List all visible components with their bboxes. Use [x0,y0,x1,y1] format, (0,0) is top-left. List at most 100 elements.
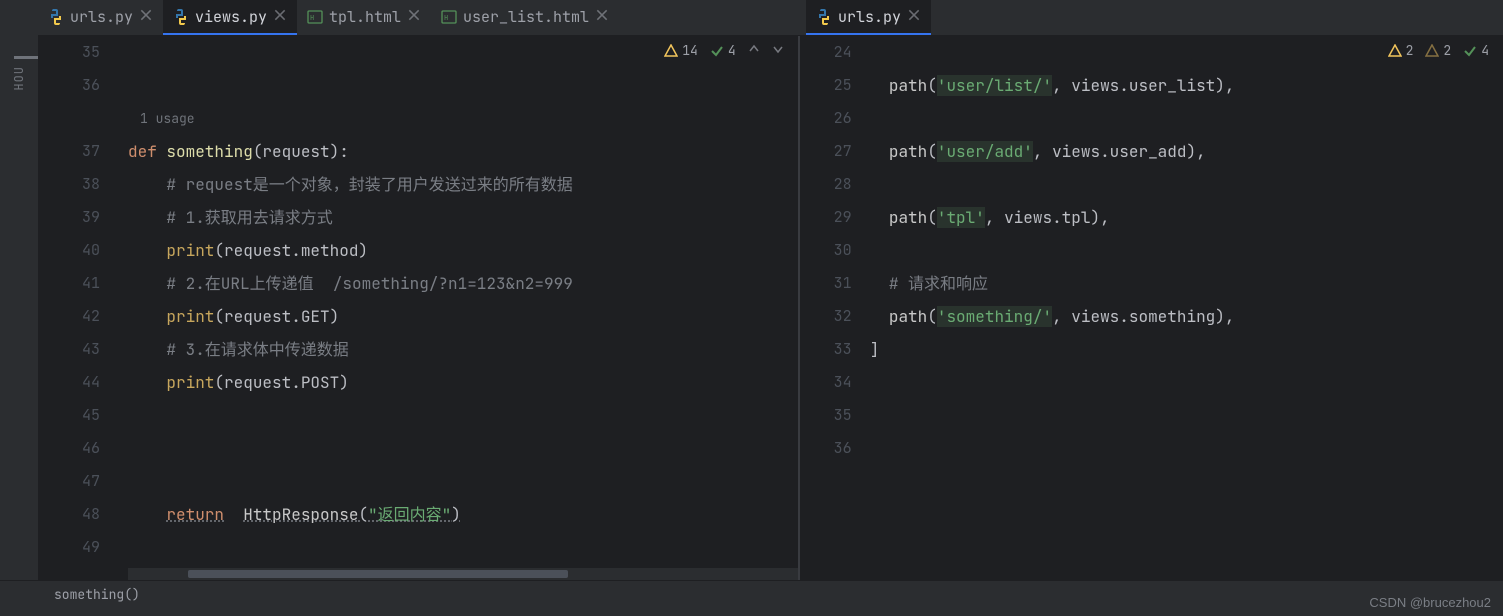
ok-count: 4 [1481,42,1489,59]
line-number[interactable]: 28 [800,168,852,201]
line-number[interactable]: 27 [800,135,852,168]
ok-check-icon [710,44,724,58]
csdn-watermark: CSDN @brucezhou2 [1369,595,1491,610]
code-line[interactable] [870,234,1503,267]
line-number[interactable]: 25 [800,69,852,102]
editor-tab[interactable]: Huser_list.html [431,0,619,35]
code-line[interactable]: print(request.POST) [128,366,798,399]
code-line[interactable]: # 1.获取用去请求方式 [128,201,798,234]
inspection-widget-right[interactable]: 2 2 4 [1388,42,1489,59]
code-line[interactable]: # request是一个对象，封装了用户发送过来的所有数据 [128,168,798,201]
tab-label: user_list.html [463,7,589,27]
close-tab-icon[interactable] [407,7,421,27]
line-number[interactable]: 35 [800,399,852,432]
code-editor-left[interactable]: 1 usagedef something(request): # request… [128,36,798,580]
line-number[interactable]: 48 [38,498,100,531]
line-gutter-right[interactable]: 24252627282930313233343536 [800,36,870,580]
breadcrumb-bar[interactable]: something() [0,580,1503,608]
close-tab-icon[interactable] [907,7,921,27]
warning-count: 2 [1406,42,1414,59]
line-number[interactable]: 30 [800,234,852,267]
line-number[interactable]: 24 [800,36,852,69]
tab-label: views.py [195,7,267,27]
inspection-widget-left[interactable]: 14 4 [664,42,783,59]
line-number[interactable]: 42 [38,300,100,333]
editor-tab[interactable]: views.py [163,0,297,35]
line-number[interactable]: 32 [800,300,852,333]
svg-text:H: H [310,14,314,23]
usage-hint[interactable]: 1 usage [128,102,798,135]
side-label: HOU [11,66,27,91]
editor-pane-left: 14 4 3536 37383940414243444546474849 1 us… [38,36,798,580]
line-number[interactable]: 39 [38,201,100,234]
tab-label: urls.py [838,7,901,27]
code-line[interactable] [870,399,1503,432]
warning-icon [1388,44,1402,58]
line-number[interactable]: 45 [38,399,100,432]
code-line[interactable]: path('user/add', views.user_add), [870,135,1503,168]
warning-count: 14 [682,42,698,59]
line-number[interactable]: 36 [38,69,100,102]
code-line[interactable]: path('something/', views.something), [870,300,1503,333]
weak-warning-count: 2 [1443,42,1451,59]
line-number[interactable]: 34 [800,366,852,399]
ok-count: 4 [728,42,736,59]
code-line[interactable] [870,366,1503,399]
code-line[interactable] [128,432,798,465]
editor-pane-right: 2 2 4 24252627282930313233343536 path('u… [798,36,1503,580]
code-line[interactable]: def something(request): [128,135,798,168]
warning-icon [664,44,678,58]
line-number[interactable]: 47 [38,465,100,498]
code-line[interactable] [128,399,798,432]
line-gutter-left[interactable]: 3536 37383940414243444546474849 [38,36,128,580]
code-line[interactable] [128,465,798,498]
editor-tab[interactable]: urls.py [38,0,163,35]
line-number[interactable]: 26 [800,102,852,135]
code-line[interactable]: print(request.GET) [128,300,798,333]
minimize-handle[interactable] [14,56,40,59]
next-highlight-icon[interactable] [772,42,784,59]
line-number[interactable]: 31 [800,267,852,300]
breadcrumb-item[interactable]: something() [54,586,140,603]
code-line[interactable]: ] [870,333,1503,366]
code-line[interactable]: # 请求和响应 [870,267,1503,300]
line-number[interactable]: 37 [38,135,100,168]
ok-check-icon [1463,44,1477,58]
tool-window-bar[interactable]: HOU [0,36,38,580]
code-line[interactable]: return HttpResponse("返回内容") [128,498,798,531]
line-number[interactable]: 49 [38,531,100,564]
code-line[interactable]: print(request.method) [128,234,798,267]
weak-warning-icon [1425,44,1439,58]
code-line[interactable]: # 3.在请求体中传递数据 [128,333,798,366]
editor-tab[interactable]: urls.py [806,0,931,35]
code-line[interactable] [870,168,1503,201]
tab-label: tpl.html [329,7,401,27]
close-tab-icon[interactable] [273,7,287,27]
line-number[interactable]: 40 [38,234,100,267]
code-line[interactable] [128,69,798,102]
code-line[interactable] [870,102,1503,135]
prev-highlight-icon[interactable] [748,42,760,59]
line-number[interactable]: 44 [38,366,100,399]
code-line[interactable] [128,531,798,564]
line-number[interactable]: 41 [38,267,100,300]
svg-text:H: H [444,14,448,23]
editor-tab[interactable]: Htpl.html [297,0,431,35]
code-editor-right[interactable]: path('user/list/', views.user_list), pat… [870,36,1503,580]
line-number[interactable]: 33 [800,333,852,366]
horizontal-scrollbar[interactable] [128,568,798,580]
line-number[interactable]: 38 [38,168,100,201]
tab-label: urls.py [70,7,133,27]
code-line[interactable]: path('tpl', views.tpl), [870,201,1503,234]
close-tab-icon[interactable] [595,7,609,27]
code-line[interactable]: # 2.在URL上传递值 /something/?n1=123&n2=999 [128,267,798,300]
close-tab-icon[interactable] [139,7,153,27]
line-number[interactable]: 29 [800,201,852,234]
line-number[interactable]: 36 [800,432,852,465]
code-line[interactable] [870,432,1503,465]
code-line[interactable]: path('user/list/', views.user_list), [870,69,1503,102]
line-number[interactable]: 35 [38,36,100,69]
line-number[interactable]: 46 [38,432,100,465]
editor-tabbar-right: urls.py [806,0,1503,36]
line-number[interactable]: 43 [38,333,100,366]
